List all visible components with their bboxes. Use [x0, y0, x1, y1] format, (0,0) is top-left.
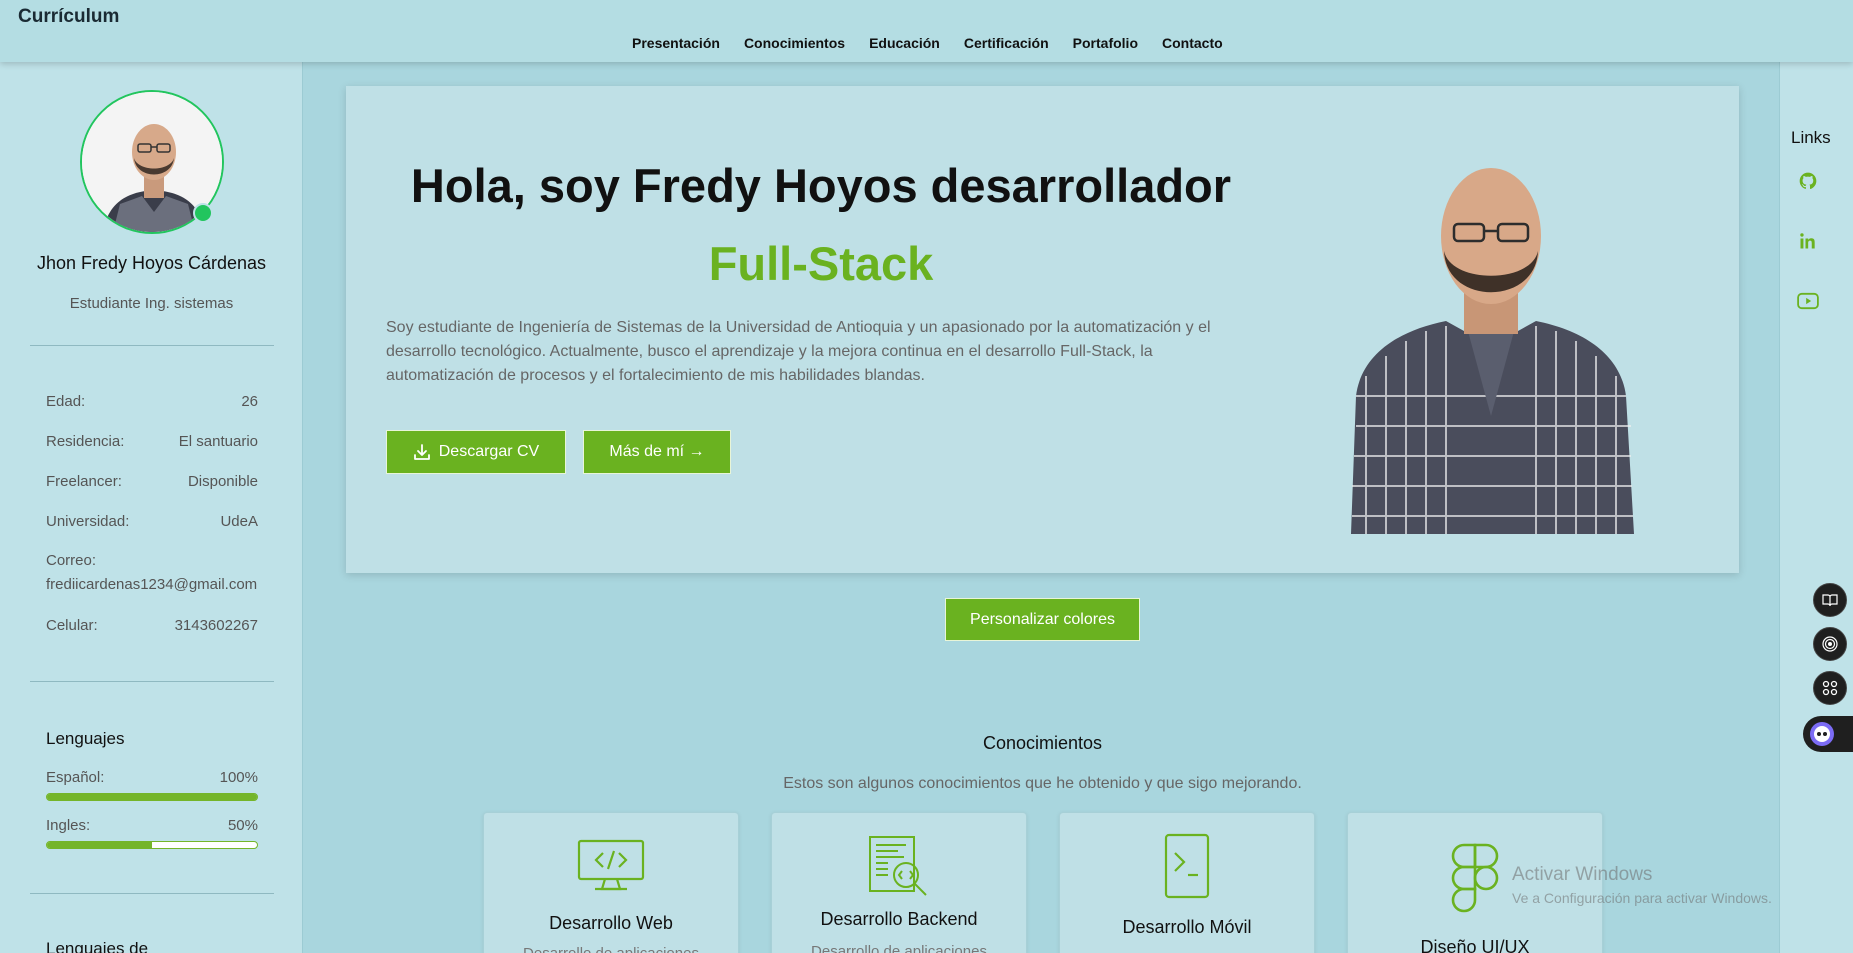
- brand-title[interactable]: Currículum: [18, 6, 119, 28]
- divider: [30, 345, 274, 346]
- email-label: Correo:: [46, 552, 97, 569]
- info-label: Universidad:: [46, 513, 130, 530]
- card-description: Desarrollo de aplicaciones: [484, 945, 738, 953]
- info-university: Universidad: UdeA: [46, 513, 258, 530]
- profile-sidebar: Jhon Fredy Hoyos Cárdenas Estudiante Ing…: [0, 62, 303, 953]
- language-spanish: Español: 100%: [46, 769, 258, 786]
- programming-languages-title: Lenguajes de: [46, 939, 149, 953]
- top-header: Currículum Presentación Conocimientos Ed…: [0, 0, 1853, 62]
- profile-role: Estudiante Ing. sistemas: [69, 295, 234, 312]
- assistant-chat-icon[interactable]: [1803, 716, 1853, 752]
- code-document-icon: [772, 835, 1026, 897]
- monitor-code-icon: [484, 839, 738, 893]
- hero-portrait: [1351, 168, 1634, 534]
- info-value: UdeA: [220, 513, 258, 530]
- linkedin-icon[interactable]: [1797, 230, 1819, 252]
- more-about-me-button[interactable]: Más de mí →: [583, 430, 731, 474]
- card-title: Diseño UI/UX: [1420, 937, 1530, 953]
- email-value[interactable]: frediicardenas1234@gmail.com: [46, 573, 286, 597]
- skill-card-web[interactable]: Desarrollo Web Desarrollo de aplicacione…: [483, 812, 739, 953]
- hero-card: Hola, soy Fredy Hoyos desarrollador Full…: [346, 86, 1739, 573]
- hero-description: Soy estudiante de Ingeniería de Sistemas…: [386, 319, 1211, 384]
- download-icon: [413, 444, 430, 460]
- info-email: Correo: frediicardenas1234@gmail.com: [46, 549, 286, 597]
- nav-contacto[interactable]: Contacto: [1162, 35, 1223, 51]
- info-value: El santuario: [178, 433, 258, 450]
- language-english: Ingles: 50%: [46, 817, 258, 834]
- reader-mode-icon[interactable]: [1813, 583, 1847, 617]
- more-about-me-label: Más de mí →: [609, 443, 705, 460]
- links-title: Links: [1791, 128, 1831, 147]
- youtube-icon[interactable]: [1797, 290, 1819, 312]
- nav-educacion[interactable]: Educación: [869, 35, 940, 51]
- skill-card-backend[interactable]: Desarrollo Backend Desarrollo de aplicac…: [771, 812, 1027, 953]
- language-value: 100%: [219, 769, 258, 786]
- language-progress-fill: [47, 842, 152, 848]
- language-progress-bar: [46, 793, 258, 801]
- broadcast-icon[interactable]: [1813, 627, 1847, 661]
- languages-title: Lenguajes: [46, 729, 125, 748]
- profile-name: Jhon Fredy Hoyos Cárdenas: [36, 253, 267, 273]
- info-value: 26: [241, 393, 258, 410]
- info-residence: Residencia: El santuario: [46, 433, 258, 450]
- language-value: 50%: [227, 817, 258, 834]
- hero-subtitle: Full-Stack: [708, 237, 934, 290]
- download-cv-button[interactable]: Descargar CV: [386, 430, 566, 474]
- download-cv-label: Descargar CV: [438, 443, 540, 460]
- language-label: Ingles:: [46, 817, 91, 834]
- nav-presentacion[interactable]: Presentación: [632, 35, 720, 51]
- info-label: Residencia:: [46, 433, 125, 450]
- phone-value: 3143602267: [174, 617, 258, 634]
- links-strip: [1779, 62, 1853, 953]
- info-freelancer: Freelancer: Disponible: [46, 473, 258, 490]
- card-title: Desarrollo Móvil: [1122, 917, 1252, 937]
- section-subtitle: Estos son algunos conocimientos que he o…: [783, 775, 1302, 792]
- language-progress-fill: [47, 794, 257, 800]
- divider: [30, 893, 274, 894]
- info-label: Edad:: [46, 393, 86, 410]
- hero-title: Hola, soy Fredy Hoyos desarrollador: [410, 159, 1232, 212]
- online-status-dot: [193, 203, 213, 223]
- card-title: Desarrollo Web: [549, 913, 673, 933]
- divider: [30, 681, 274, 682]
- phone-label: Celular:: [46, 617, 98, 634]
- apps-grid-icon[interactable]: [1813, 671, 1847, 705]
- mobile-terminal-icon: [1060, 833, 1314, 899]
- nav-portafolio[interactable]: Portafolio: [1073, 35, 1138, 51]
- watermark-line1: Activar Windows: [1512, 864, 1653, 885]
- card-title: Desarrollo Backend: [820, 909, 978, 929]
- info-value: Disponible: [187, 473, 258, 490]
- nav-conocimientos[interactable]: Conocimientos: [744, 35, 845, 51]
- nav-certificacion[interactable]: Certificación: [964, 35, 1049, 51]
- watermark-line2: Ve a Configuración para activar Windows.: [1512, 890, 1772, 906]
- info-age: Edad: 26: [46, 393, 258, 410]
- language-label: Español:: [46, 769, 105, 786]
- card-description: Desarrollo de aplicaciones: [811, 943, 987, 953]
- language-progress-bar: [46, 841, 258, 849]
- windows-activation-watermark: Activar Windows Ve a Configuración para …: [1512, 864, 1772, 906]
- section-title: Conocimientos: [982, 733, 1103, 753]
- info-label: Freelancer:: [46, 473, 122, 490]
- info-phone: Celular: 3143602267: [46, 617, 258, 634]
- main-nav: Presentación Conocimientos Educación Cer…: [632, 35, 1223, 51]
- skill-card-mobile[interactable]: Desarrollo Móvil: [1059, 812, 1315, 953]
- customize-colors-button[interactable]: Personalizar colores: [945, 598, 1140, 641]
- github-icon[interactable]: [1797, 170, 1819, 192]
